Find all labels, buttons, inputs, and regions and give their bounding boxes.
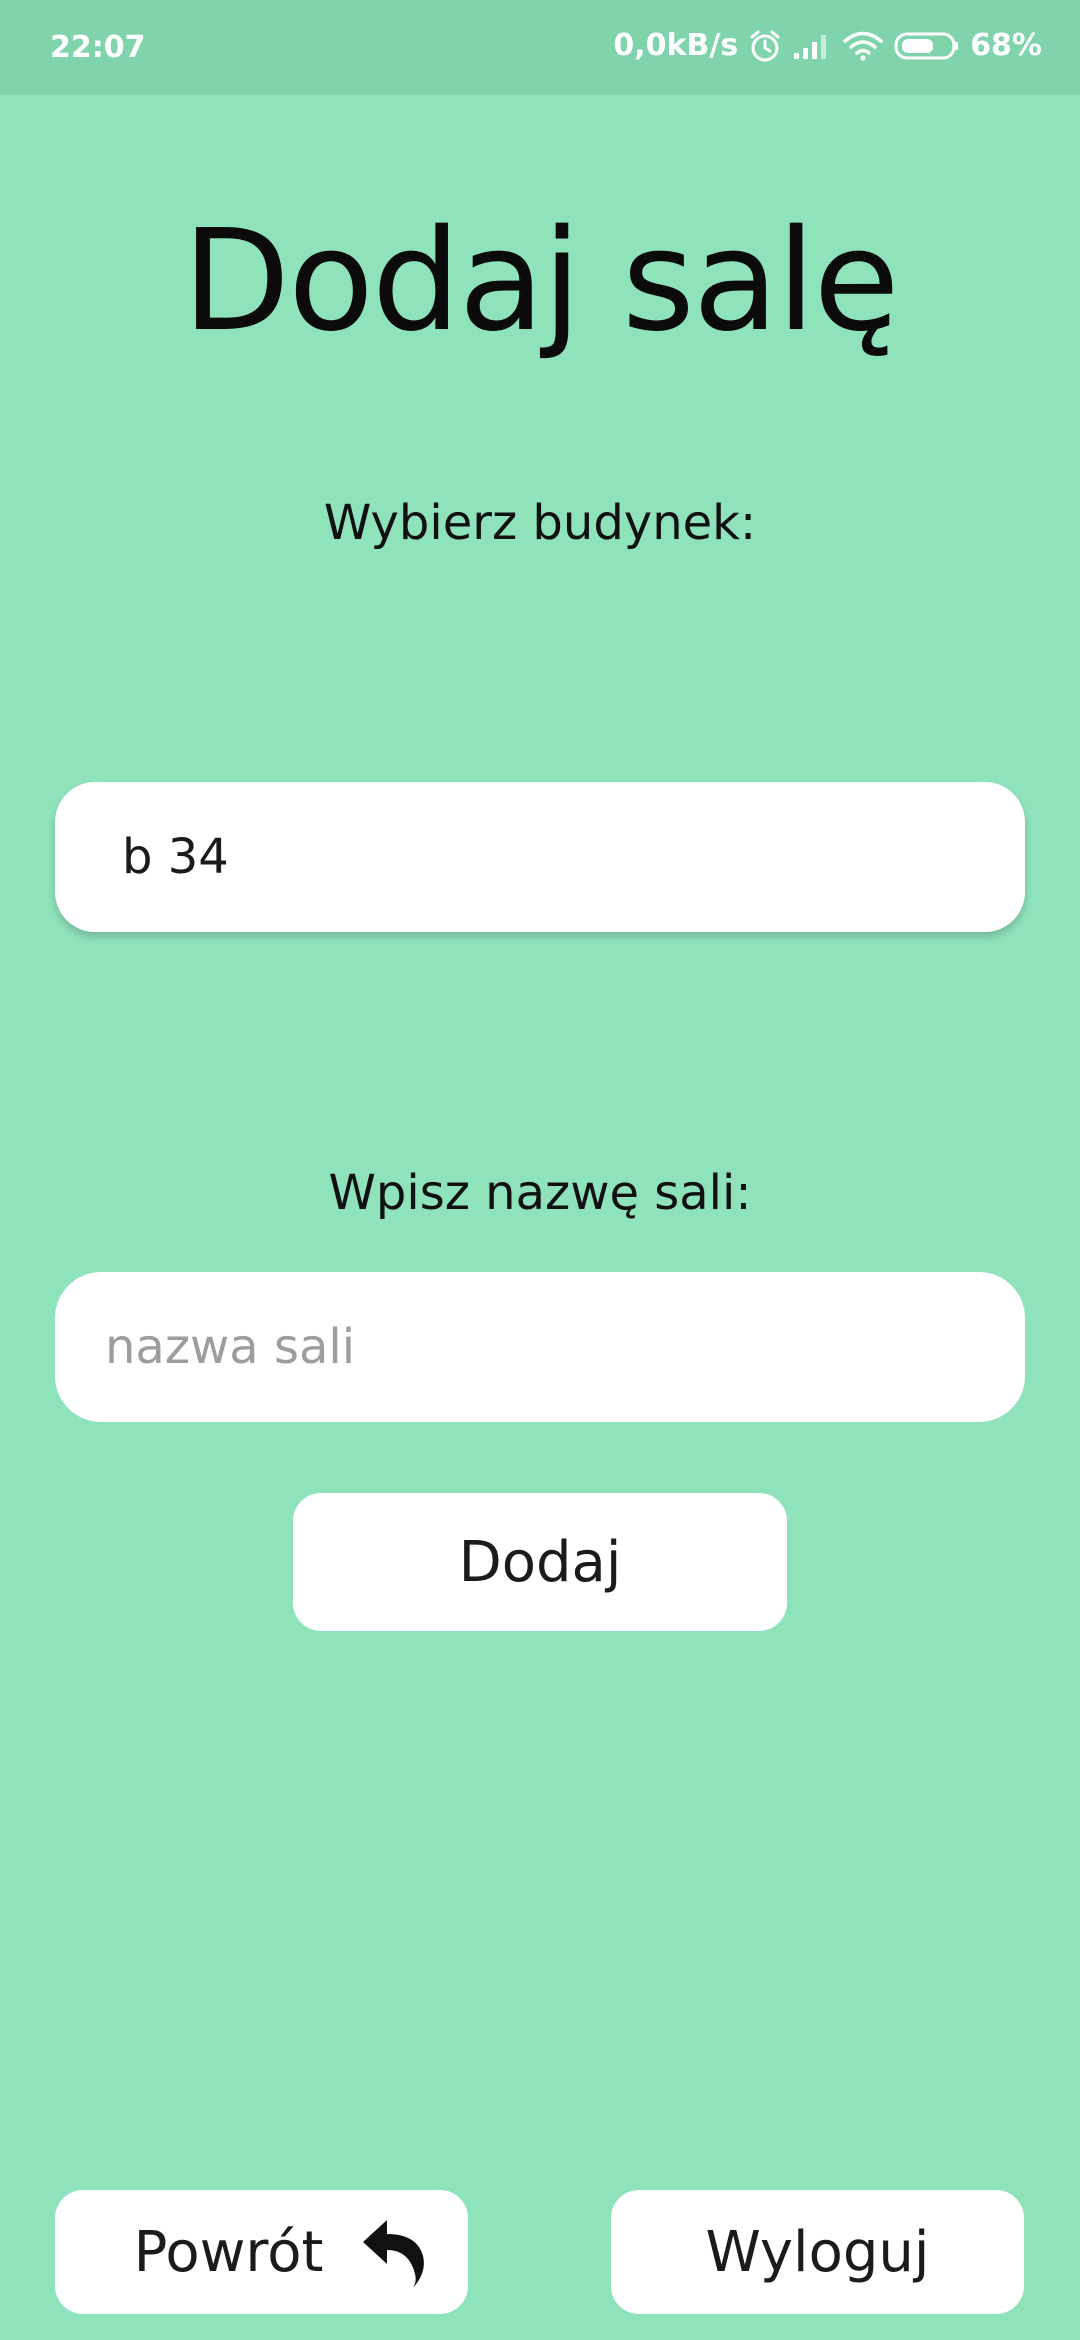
logout-button-label: Wyloguj bbox=[705, 2219, 930, 2285]
battery-icon bbox=[894, 31, 960, 61]
status-time: 22:07 bbox=[50, 30, 146, 65]
logout-button[interactable]: Wyloguj bbox=[611, 2190, 1024, 2314]
back-button[interactable]: Powrót bbox=[55, 2190, 468, 2314]
room-name-input[interactable] bbox=[55, 1272, 1025, 1422]
status-indicators: 0,0kB/s 68% bbox=[613, 28, 1042, 63]
building-selected-value: b 34 bbox=[122, 829, 229, 885]
battery-percent: 68% bbox=[970, 28, 1042, 63]
network-speed: 0,0kB/s bbox=[613, 28, 739, 63]
building-label: Wybierz budynek: bbox=[323, 495, 757, 551]
signal-icon bbox=[792, 31, 832, 61]
room-name-label: Wpisz nazwę sali: bbox=[328, 1165, 752, 1221]
add-room-button-label: Dodaj bbox=[458, 1529, 622, 1595]
back-button-label: Powrót bbox=[133, 2219, 324, 2285]
undo-arrow-icon bbox=[357, 2212, 429, 2292]
building-select[interactable]: b 34 bbox=[55, 782, 1025, 932]
add-room-button[interactable]: Dodaj bbox=[293, 1493, 787, 1631]
wifi-icon bbox=[842, 30, 884, 62]
alarm-icon bbox=[748, 29, 782, 63]
page-title: Dodaj salę bbox=[182, 200, 899, 363]
status-bar: 22:07 0,0kB/s 68% bbox=[0, 0, 1080, 95]
